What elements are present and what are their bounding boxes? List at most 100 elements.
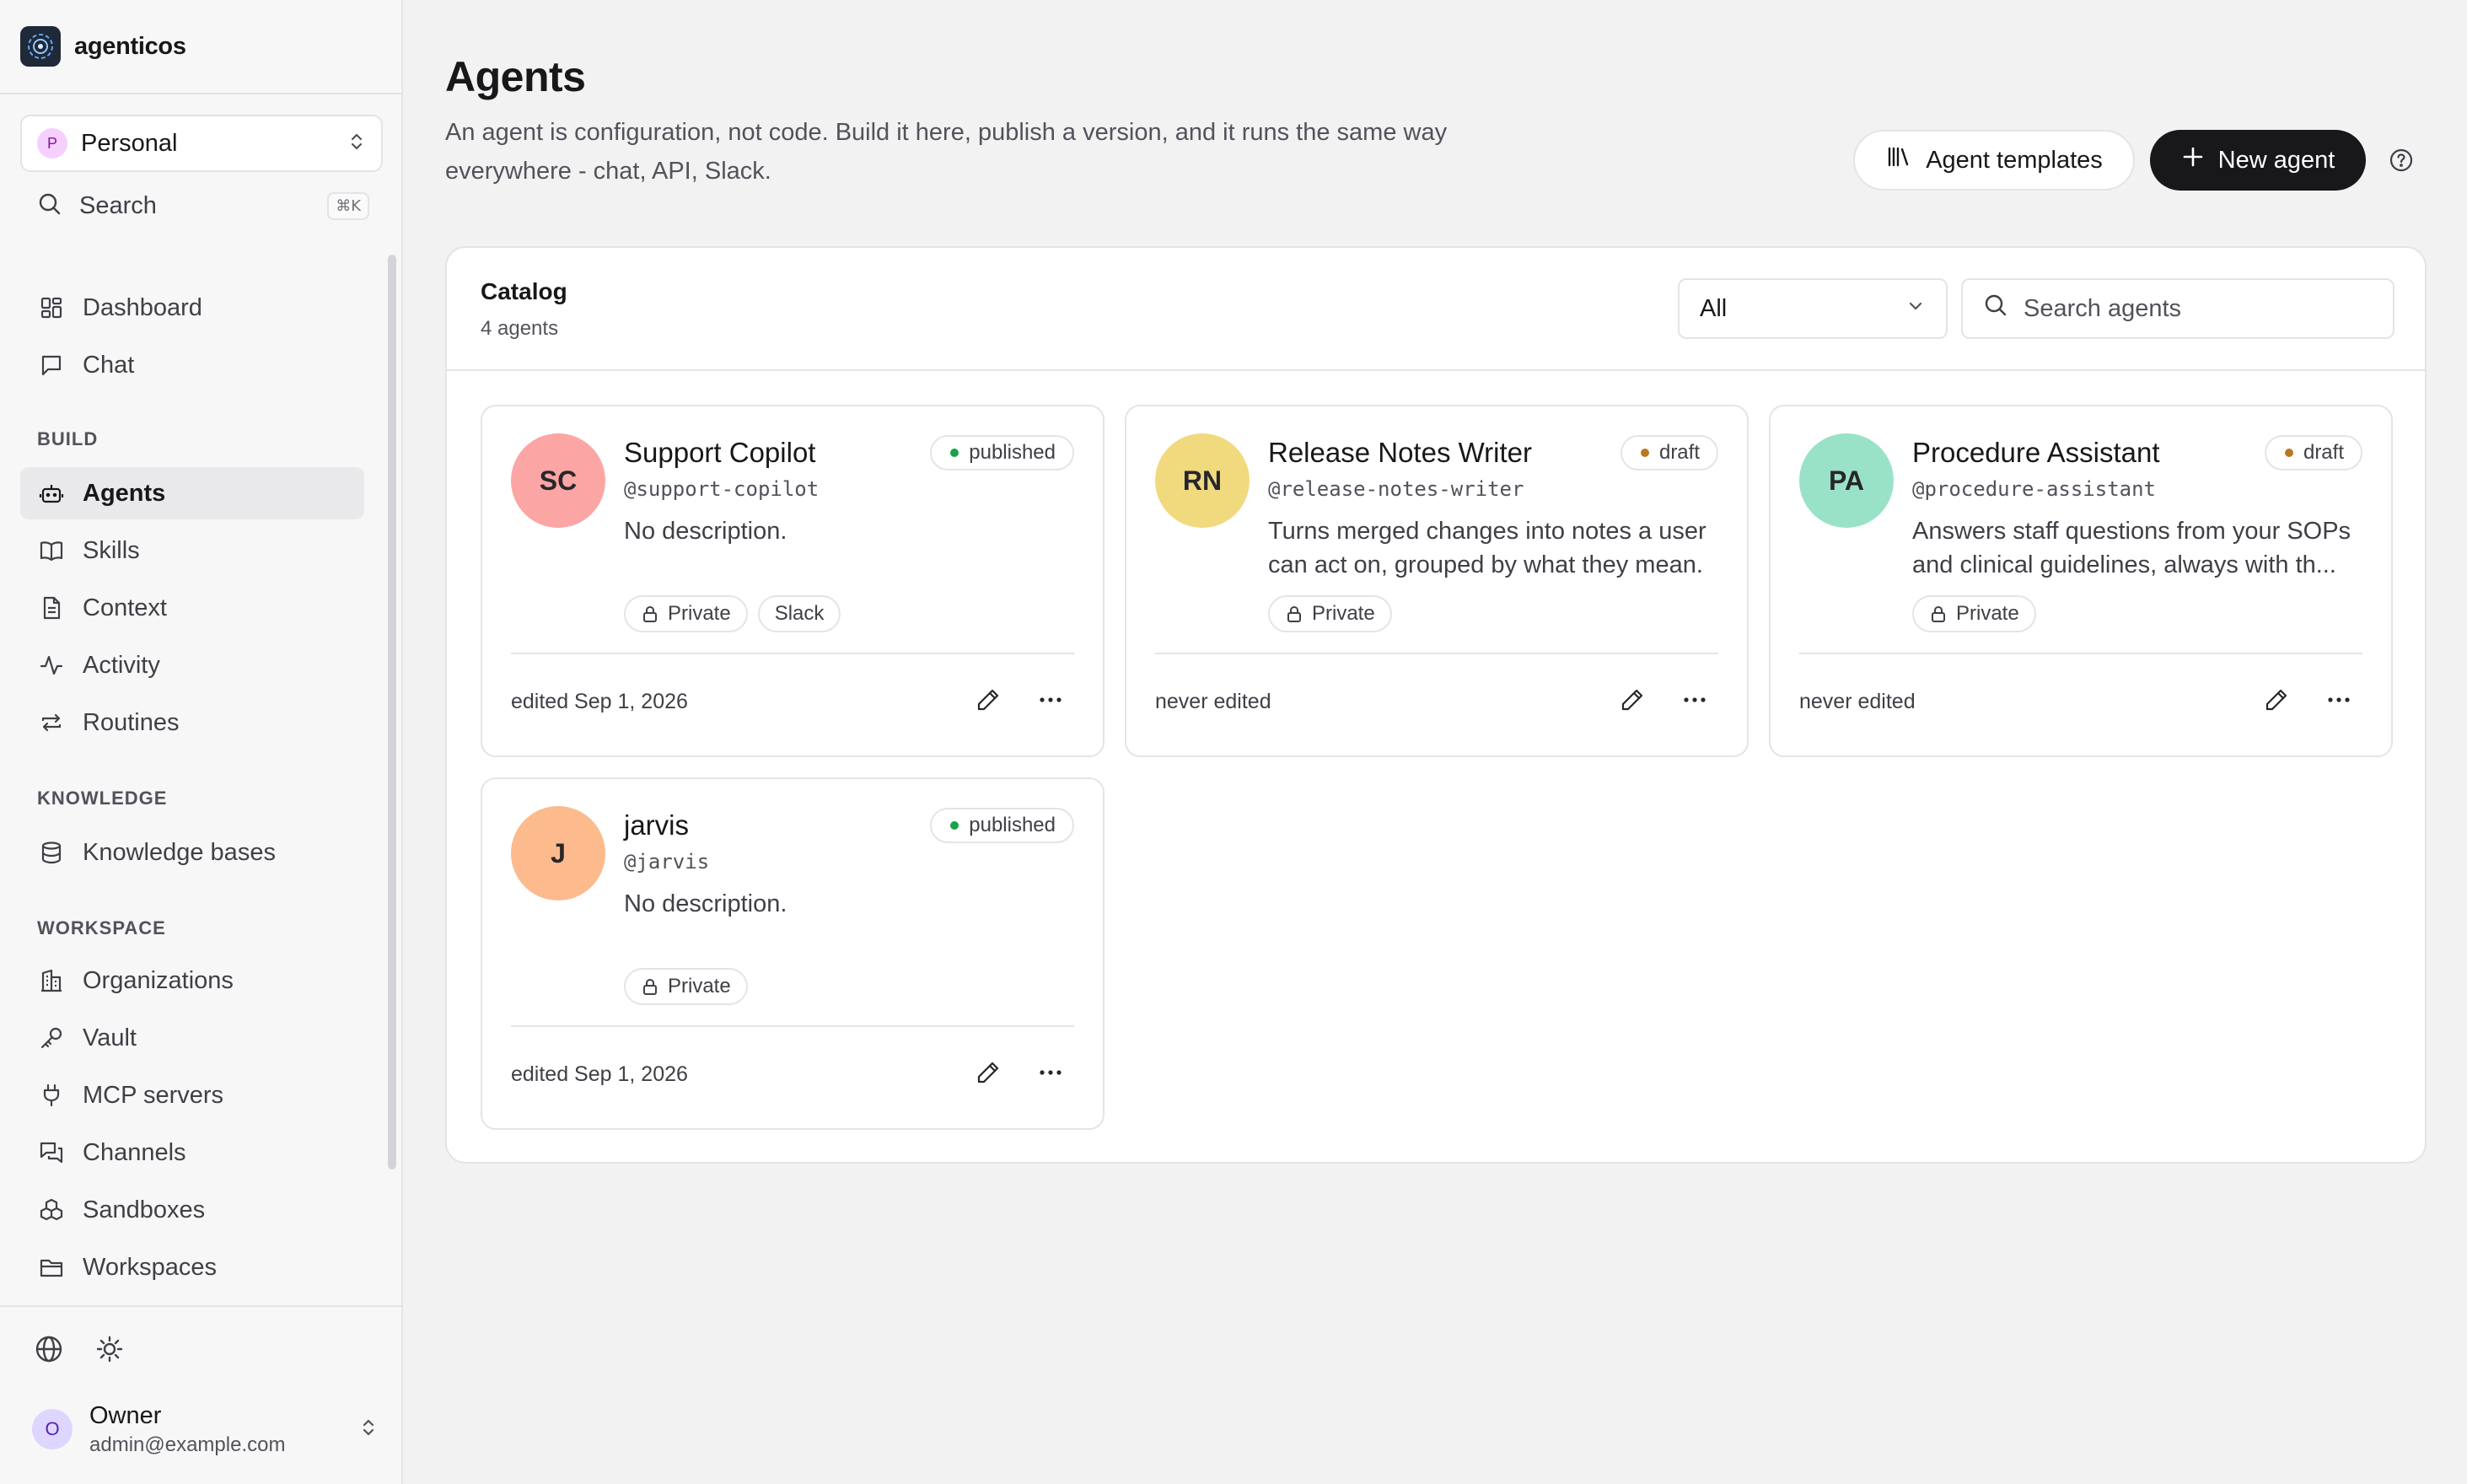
sidebar-item-routines[interactable]: Routines <box>20 696 364 749</box>
sidebar-item-vault[interactable]: Vault <box>20 1012 364 1064</box>
more-options-icon[interactable] <box>2324 685 2354 715</box>
workspace-avatar: P <box>37 128 67 159</box>
status-dot-icon <box>1640 449 1649 457</box>
sidebar-item-label: Sandboxes <box>83 1196 206 1223</box>
edited-timestamp: never edited <box>1799 690 1916 713</box>
status-filter-select[interactable]: All <box>1678 278 1948 339</box>
divider <box>447 369 2425 371</box>
activity-icon <box>37 651 66 680</box>
section-header-knowledge: KNOWLEDGE <box>37 788 168 809</box>
status-badge: published <box>930 808 1074 843</box>
agent-name: Release Notes Writer <box>1268 437 1533 468</box>
sidebar-item-label: Skills <box>83 536 140 564</box>
new-agent-label: New agent <box>2217 146 2335 174</box>
divider <box>0 1305 401 1307</box>
brand-logo-icon <box>20 26 61 67</box>
sidebar: agenticos P Personal Search ⌘K Dashboard <box>0 0 403 1484</box>
status-label: published <box>969 441 1056 464</box>
search-icon <box>1983 293 2008 325</box>
brand[interactable]: agenticos <box>20 25 186 67</box>
book-icon <box>37 536 66 565</box>
divider <box>0 93 401 94</box>
agent-name: Procedure Assistant <box>1912 437 2160 468</box>
sidebar-item-skills[interactable]: Skills <box>20 524 364 577</box>
avatar: SC <box>511 433 605 528</box>
new-agent-button[interactable]: New agent <box>2150 130 2366 191</box>
search-shortcut: ⌘K <box>327 191 369 220</box>
sidebar-item-mcp-servers[interactable]: MCP servers <box>20 1069 364 1121</box>
dashboard-icon <box>37 293 66 322</box>
sidebar-item-label: Vault <box>83 1024 137 1051</box>
folder-icon <box>37 1253 66 1282</box>
section-header-workspace: WORKSPACE <box>37 917 166 938</box>
agent-catalog: Catalog 4 agents All Search agents SC Su… <box>445 246 2427 1164</box>
workspace-switcher[interactable]: P Personal <box>20 115 383 172</box>
sidebar-item-label: Organizations <box>83 966 234 994</box>
sidebar-item-knowledge-bases[interactable]: Knowledge bases <box>20 826 364 879</box>
boxes-icon <box>37 1196 66 1224</box>
agent-description: Turns merged changes into notes a user c… <box>1268 518 1706 578</box>
sidebar-item-label: Chat <box>83 351 135 379</box>
sidebar-item-organizations[interactable]: Organizations <box>20 954 364 1007</box>
plus-icon <box>2181 145 2205 175</box>
sidebar-item-channels[interactable]: Channels <box>20 1126 364 1179</box>
pencil-icon[interactable] <box>973 685 1003 715</box>
sidebar-item-dashboard[interactable]: Dashboard <box>20 282 364 334</box>
status-badge: draft <box>2264 435 2362 470</box>
workspace-name: Personal <box>81 129 178 157</box>
lock-icon <box>1287 605 1301 622</box>
divider <box>511 653 1074 654</box>
user-menu[interactable]: O Owner admin@example.com <box>32 1400 378 1459</box>
sidebar-item-context[interactable]: Context <box>20 582 364 634</box>
chevron-up-down-icon <box>359 1416 378 1444</box>
building-icon <box>37 966 66 995</box>
agent-card-jarvis[interactable]: J jarvis @jarvis No description. publish… <box>481 777 1105 1130</box>
agent-card-procedure-assistant[interactable]: PA Procedure Assistant @procedure-assist… <box>1769 405 2393 757</box>
brand-name: agenticos <box>74 32 186 60</box>
more-options-icon[interactable] <box>1035 1057 1066 1088</box>
chat-icon <box>37 351 66 379</box>
tag: Private <box>1912 595 2036 632</box>
globe-icon[interactable] <box>34 1334 64 1368</box>
sidebar-item-workspaces[interactable]: Workspaces <box>20 1241 364 1293</box>
sidebar-item-agents[interactable]: Agents <box>20 467 364 519</box>
sun-icon[interactable] <box>94 1334 125 1368</box>
agent-tags: Private Slack <box>624 595 841 632</box>
sidebar-scrollbar[interactable] <box>388 255 396 1169</box>
agent-handle: @support-copilot <box>624 477 820 501</box>
divider <box>1799 653 2362 654</box>
page-description: An agent is configuration, not code. Bui… <box>445 119 1448 185</box>
sidebar-item-label: MCP servers <box>83 1081 224 1109</box>
search-label: Search <box>79 191 157 219</box>
sidebar-item-label: Dashboard <box>83 293 202 321</box>
sidebar-footer-icons <box>34 1334 125 1368</box>
search-agents-input[interactable]: Search agents <box>1961 278 2394 339</box>
more-options-icon[interactable] <box>1035 685 1066 715</box>
status-label: draft <box>2303 441 2344 464</box>
page-title: Agents <box>445 53 586 100</box>
sidebar-item-chat[interactable]: Chat <box>20 339 364 391</box>
tag: Private <box>1268 595 1392 632</box>
user-name: Owner <box>89 1401 162 1429</box>
chevron-down-icon <box>1905 295 1926 323</box>
help-icon[interactable] <box>2388 147 2415 174</box>
main-content: Agents An agent is configuration, not co… <box>403 0 2467 1484</box>
pencil-icon[interactable] <box>2261 685 2292 715</box>
agent-card-release-notes-writer[interactable]: RN Release Notes Writer @release-notes-w… <box>1125 405 1749 757</box>
avatar: J <box>511 806 605 901</box>
pencil-icon[interactable] <box>973 1057 1003 1088</box>
sidebar-item-sandboxes[interactable]: Sandboxes <box>20 1184 364 1236</box>
agent-handle: @jarvis <box>624 850 710 874</box>
agent-templates-button[interactable]: Agent templates <box>1853 130 2135 191</box>
more-options-icon[interactable] <box>1680 685 1710 715</box>
user-email: admin@example.com <box>89 1433 286 1456</box>
agent-tags: Private <box>1268 595 1392 632</box>
repeat-icon <box>37 708 66 737</box>
sidebar-search[interactable]: Search ⌘K <box>37 187 369 224</box>
sidebar-item-label: Activity <box>83 651 160 679</box>
pencil-icon[interactable] <box>1617 685 1647 715</box>
agent-card-support-copilot[interactable]: SC Support Copilot @support-copilot No d… <box>481 405 1105 757</box>
filter-value: All <box>1700 294 1728 322</box>
messages-icon <box>37 1138 66 1167</box>
sidebar-item-activity[interactable]: Activity <box>20 639 364 691</box>
